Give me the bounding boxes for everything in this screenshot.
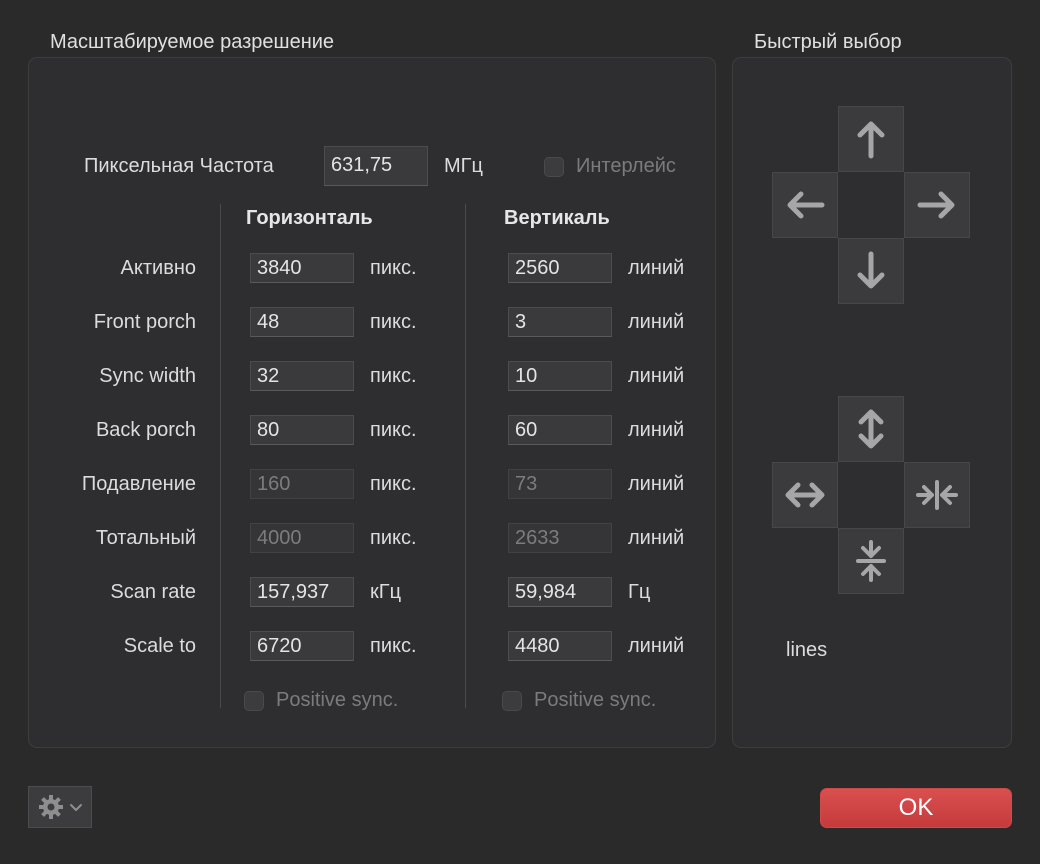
h-back-porch-unit: пикс.: [370, 419, 417, 441]
h-positive-sync-box[interactable]: [244, 690, 264, 711]
arrow-down-icon: [857, 251, 885, 289]
compress-vertical-icon: [856, 540, 886, 582]
move-up-button[interactable]: [838, 106, 904, 172]
v-positive-sync-checkbox[interactable]: Positive sync.: [502, 689, 656, 712]
move-down-button[interactable]: [838, 238, 904, 304]
v-back-porch-unit: линий: [628, 419, 685, 441]
arrow-right-icon: [917, 191, 955, 219]
h-blanking-unit: пикс.: [370, 473, 417, 495]
move-right-button[interactable]: [904, 172, 970, 238]
h-sync-width-unit: пикс.: [370, 365, 417, 387]
v-back-porch-field[interactable]: 60: [508, 415, 612, 445]
chevron-down-icon: [70, 804, 82, 811]
h-total-field: 4000: [250, 523, 354, 553]
settings-menu-button[interactable]: [28, 786, 92, 828]
pixel-clock-label: Пиксельная Частота: [84, 155, 274, 177]
gear-icon: [39, 795, 63, 819]
h-scale-to-field[interactable]: 6720: [250, 631, 354, 661]
v-front-porch-field[interactable]: 3: [508, 307, 612, 337]
compress-vertical-button[interactable]: [838, 528, 904, 594]
row-label-scan-rate: Scan rate: [110, 581, 196, 603]
v-scale-to-unit: линий: [628, 635, 685, 657]
v-scale-to-field[interactable]: 4480: [508, 631, 612, 661]
v-active-field[interactable]: 2560: [508, 253, 612, 283]
h-positive-sync-label: Positive sync.: [276, 689, 399, 711]
row-label-sync-width: Sync width: [99, 365, 196, 387]
v-sync-width-unit: линий: [628, 365, 685, 387]
v-blanking-unit: линий: [628, 473, 685, 495]
row-label-blanking: Подавление: [81, 473, 196, 495]
interlace-checkbox[interactable]: Интерлейс: [544, 155, 676, 178]
pixel-clock-field[interactable]: 631,75: [324, 146, 428, 186]
row-label-total: Тотальный: [95, 527, 196, 549]
h-blanking-field: 160: [250, 469, 354, 499]
compress-horizontal-icon: [916, 480, 958, 510]
interlace-label: Интерлейс: [576, 155, 676, 177]
v-front-porch-unit: линий: [628, 311, 685, 333]
resize-center: [838, 462, 904, 528]
compress-horizontal-button[interactable]: [904, 462, 970, 528]
move-center: [838, 172, 904, 238]
row-label-active: Активно: [120, 257, 196, 279]
v-total-field: 2633: [508, 523, 612, 553]
h-sync-width-field[interactable]: 32: [250, 361, 354, 391]
expand-horizontal-button[interactable]: [772, 462, 838, 528]
h-back-porch-field[interactable]: 80: [250, 415, 354, 445]
move-left-button[interactable]: [772, 172, 838, 238]
expand-horizontal-icon: [785, 482, 825, 508]
arrow-up-icon: [857, 121, 885, 159]
h-front-porch-unit: пикс.: [370, 311, 417, 333]
horizontal-header: Горизонталь: [246, 207, 373, 229]
v-active-unit: линий: [628, 257, 685, 279]
v-positive-sync-label: Positive sync.: [534, 689, 657, 711]
v-scan-rate-unit: Гц: [628, 581, 651, 603]
pixel-clock-unit: МГц: [444, 155, 483, 177]
expand-vertical-icon: [858, 409, 884, 449]
row-label-front-porch: Front porch: [93, 311, 196, 333]
h-scale-to-unit: пикс.: [370, 635, 417, 657]
column-divider-right: [465, 204, 466, 708]
quick-select-status: lines: [786, 639, 828, 661]
v-scan-rate-field[interactable]: 59,984: [508, 577, 612, 607]
h-scan-rate-unit: кГц: [370, 581, 402, 603]
v-blanking-field: 73: [508, 469, 612, 499]
expand-vertical-button[interactable]: [838, 396, 904, 462]
h-positive-sync-checkbox[interactable]: Positive sync.: [244, 689, 398, 712]
h-front-porch-field[interactable]: 48: [250, 307, 354, 337]
h-scan-rate-field[interactable]: 157,937: [250, 577, 354, 607]
vertical-header: Вертикаль: [504, 207, 610, 229]
h-active-unit: пикс.: [370, 257, 417, 279]
quick-select-title: Быстрый выбор: [754, 31, 902, 53]
v-sync-width-field[interactable]: 10: [508, 361, 612, 391]
interlace-checkbox-box[interactable]: [544, 156, 564, 177]
scaled-resolution-title: Масштабируемое разрешение: [50, 31, 335, 53]
h-total-unit: пикс.: [370, 527, 417, 549]
arrow-left-icon: [787, 191, 825, 219]
h-active-field[interactable]: 3840: [250, 253, 354, 283]
column-divider-left: [220, 204, 221, 708]
row-label-back-porch: Back porch: [95, 419, 196, 441]
row-label-scale-to: Scale to: [123, 635, 196, 657]
v-total-unit: линий: [628, 527, 685, 549]
v-positive-sync-box[interactable]: [502, 690, 522, 711]
ok-button[interactable]: OK: [820, 788, 1012, 828]
